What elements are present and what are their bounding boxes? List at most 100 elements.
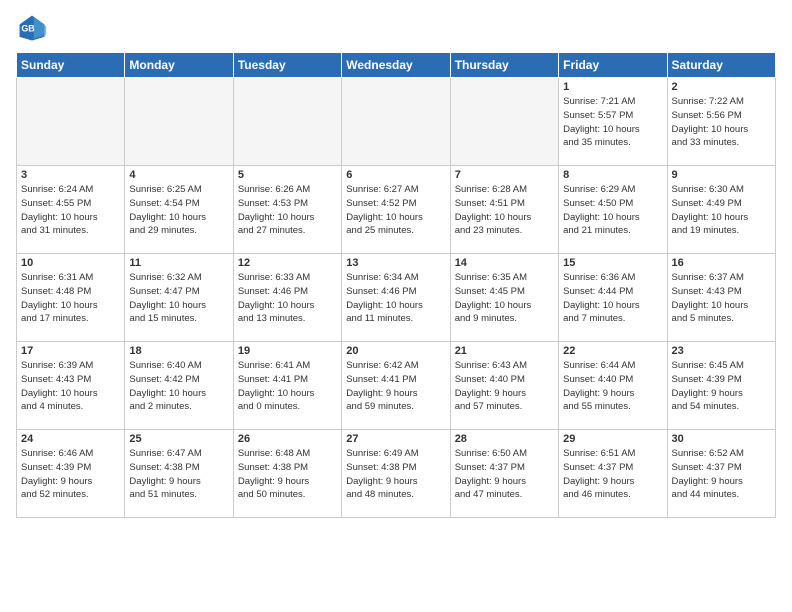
day-cell bbox=[450, 78, 558, 166]
day-cell: 18Sunrise: 6:40 AM Sunset: 4:42 PM Dayli… bbox=[125, 342, 233, 430]
day-cell: 25Sunrise: 6:47 AM Sunset: 4:38 PM Dayli… bbox=[125, 430, 233, 518]
week-row-4: 17 Sunrise: 6:39 AM Sunset: 4:43 PM Dayli… bbox=[17, 342, 776, 430]
day-info: Sunrise: 6:44 AM Sunset: 4:40 PM Dayligh… bbox=[563, 359, 662, 414]
week-row-2: 3Sunrise: 6:24 AM Sunset: 4:55 PM Daylig… bbox=[17, 166, 776, 254]
day-info: Sunrise: 6:27 AM Sunset: 4:52 PM Dayligh… bbox=[346, 183, 445, 238]
day-number: 24 bbox=[21, 433, 120, 445]
day-info: Sunrise: 6:29 AM Sunset: 4:50 PM Dayligh… bbox=[563, 183, 662, 238]
day-info: Sunrise: 6:48 AM Sunset: 4:38 PM Dayligh… bbox=[238, 447, 337, 502]
day-cell bbox=[342, 78, 450, 166]
day-cell bbox=[17, 78, 125, 166]
day-cell: 28 Sunrise: 6:50 AM Sunset: 4:37 PM Dayli… bbox=[450, 430, 558, 518]
day-cell: 15 Sunrise: 6:36 AM Sunset: 4:44 PM Dayli… bbox=[559, 254, 667, 342]
day-info: Sunrise: 6:33 AM Sunset: 4:46 PM Dayligh… bbox=[238, 271, 337, 326]
day-number: 7 bbox=[455, 169, 554, 181]
day-number: 10 bbox=[21, 257, 120, 269]
day-number: 22 bbox=[563, 345, 662, 357]
day-number: 17 bbox=[21, 345, 120, 357]
day-number: 30 bbox=[672, 433, 771, 445]
day-info: Sunrise: 6:51 AM Sunset: 4:37 PM Dayligh… bbox=[563, 447, 662, 502]
day-cell: 17 Sunrise: 6:39 AM Sunset: 4:43 PM Dayli… bbox=[17, 342, 125, 430]
day-number: 5 bbox=[238, 169, 337, 181]
day-info: Sunrise: 6:25 AM Sunset: 4:54 PM Dayligh… bbox=[129, 183, 228, 238]
page: GB SundayMondayTuesdayWednesdayThursdayF… bbox=[0, 0, 792, 526]
day-info: Sunrise: 6:49 AM Sunset: 4:38 PM Dayligh… bbox=[346, 447, 445, 502]
day-cell: 26 Sunrise: 6:48 AM Sunset: 4:38 PM Dayli… bbox=[233, 430, 341, 518]
day-cell: 3Sunrise: 6:24 AM Sunset: 4:55 PM Daylig… bbox=[17, 166, 125, 254]
logo: GB bbox=[16, 12, 52, 44]
day-info: Sunrise: 6:31 AM Sunset: 4:48 PM Dayligh… bbox=[21, 271, 120, 326]
day-number: 11 bbox=[129, 257, 228, 269]
day-cell bbox=[125, 78, 233, 166]
day-cell: 12 Sunrise: 6:33 AM Sunset: 4:46 PM Dayli… bbox=[233, 254, 341, 342]
day-number: 9 bbox=[672, 169, 771, 181]
weekday-header-row: SundayMondayTuesdayWednesdayThursdayFrid… bbox=[17, 53, 776, 78]
day-number: 27 bbox=[346, 433, 445, 445]
day-cell: 10 Sunrise: 6:31 AM Sunset: 4:48 PM Dayli… bbox=[17, 254, 125, 342]
day-cell: 24 Sunrise: 6:46 AM Sunset: 4:39 PM Dayli… bbox=[17, 430, 125, 518]
day-cell: 8 Sunrise: 6:29 AM Sunset: 4:50 PM Daylig… bbox=[559, 166, 667, 254]
weekday-header-saturday: Saturday bbox=[667, 53, 775, 78]
day-number: 4 bbox=[129, 169, 228, 181]
weekday-header-wednesday: Wednesday bbox=[342, 53, 450, 78]
day-info: Sunrise: 6:28 AM Sunset: 4:51 PM Dayligh… bbox=[455, 183, 554, 238]
day-cell: 14Sunrise: 6:35 AM Sunset: 4:45 PM Dayli… bbox=[450, 254, 558, 342]
day-cell: 23Sunrise: 6:45 AM Sunset: 4:39 PM Dayli… bbox=[667, 342, 775, 430]
day-cell: 9 Sunrise: 6:30 AM Sunset: 4:49 PM Daylig… bbox=[667, 166, 775, 254]
weekday-header-tuesday: Tuesday bbox=[233, 53, 341, 78]
day-number: 1 bbox=[563, 81, 662, 93]
day-cell: 1Sunrise: 7:21 AM Sunset: 5:57 PM Daylig… bbox=[559, 78, 667, 166]
weekday-header-sunday: Sunday bbox=[17, 53, 125, 78]
day-info: Sunrise: 6:36 AM Sunset: 4:44 PM Dayligh… bbox=[563, 271, 662, 326]
day-cell: 19 Sunrise: 6:41 AM Sunset: 4:41 PM Dayli… bbox=[233, 342, 341, 430]
day-number: 18 bbox=[129, 345, 228, 357]
day-info: Sunrise: 6:35 AM Sunset: 4:45 PM Dayligh… bbox=[455, 271, 554, 326]
logo-icon: GB bbox=[16, 12, 48, 44]
day-info: Sunrise: 6:39 AM Sunset: 4:43 PM Dayligh… bbox=[21, 359, 120, 414]
day-info: Sunrise: 6:42 AM Sunset: 4:41 PM Dayligh… bbox=[346, 359, 445, 414]
weekday-header-friday: Friday bbox=[559, 53, 667, 78]
day-number: 26 bbox=[238, 433, 337, 445]
day-number: 8 bbox=[563, 169, 662, 181]
day-number: 25 bbox=[129, 433, 228, 445]
day-info: Sunrise: 6:41 AM Sunset: 4:41 PM Dayligh… bbox=[238, 359, 337, 414]
day-info: Sunrise: 6:43 AM Sunset: 4:40 PM Dayligh… bbox=[455, 359, 554, 414]
day-info: Sunrise: 6:37 AM Sunset: 4:43 PM Dayligh… bbox=[672, 271, 771, 326]
week-row-3: 10 Sunrise: 6:31 AM Sunset: 4:48 PM Dayli… bbox=[17, 254, 776, 342]
day-cell: 21 Sunrise: 6:43 AM Sunset: 4:40 PM Dayli… bbox=[450, 342, 558, 430]
day-number: 21 bbox=[455, 345, 554, 357]
weekday-header-monday: Monday bbox=[125, 53, 233, 78]
day-number: 23 bbox=[672, 345, 771, 357]
day-number: 16 bbox=[672, 257, 771, 269]
week-row-1: 1Sunrise: 7:21 AM Sunset: 5:57 PM Daylig… bbox=[17, 78, 776, 166]
day-info: Sunrise: 6:34 AM Sunset: 4:46 PM Dayligh… bbox=[346, 271, 445, 326]
weekday-header-thursday: Thursday bbox=[450, 53, 558, 78]
day-number: 28 bbox=[455, 433, 554, 445]
day-cell: 27 Sunrise: 6:49 AM Sunset: 4:38 PM Dayli… bbox=[342, 430, 450, 518]
day-number: 29 bbox=[563, 433, 662, 445]
day-cell bbox=[233, 78, 341, 166]
day-cell: 6Sunrise: 6:27 AM Sunset: 4:52 PM Daylig… bbox=[342, 166, 450, 254]
day-info: Sunrise: 6:32 AM Sunset: 4:47 PM Dayligh… bbox=[129, 271, 228, 326]
day-cell: 11 Sunrise: 6:32 AM Sunset: 4:47 PM Dayli… bbox=[125, 254, 233, 342]
day-info: Sunrise: 7:22 AM Sunset: 5:56 PM Dayligh… bbox=[672, 95, 771, 150]
day-info: Sunrise: 6:26 AM Sunset: 4:53 PM Dayligh… bbox=[238, 183, 337, 238]
svg-text:GB: GB bbox=[21, 24, 34, 34]
day-number: 19 bbox=[238, 345, 337, 357]
day-cell: 4 Sunrise: 6:25 AM Sunset: 4:54 PM Daylig… bbox=[125, 166, 233, 254]
day-number: 2 bbox=[672, 81, 771, 93]
day-cell: 29 Sunrise: 6:51 AM Sunset: 4:37 PM Dayli… bbox=[559, 430, 667, 518]
day-number: 13 bbox=[346, 257, 445, 269]
day-info: Sunrise: 6:50 AM Sunset: 4:37 PM Dayligh… bbox=[455, 447, 554, 502]
day-cell: 16 Sunrise: 6:37 AM Sunset: 4:43 PM Dayli… bbox=[667, 254, 775, 342]
day-number: 20 bbox=[346, 345, 445, 357]
day-cell: 5 Sunrise: 6:26 AM Sunset: 4:53 PM Daylig… bbox=[233, 166, 341, 254]
day-info: Sunrise: 6:30 AM Sunset: 4:49 PM Dayligh… bbox=[672, 183, 771, 238]
day-number: 12 bbox=[238, 257, 337, 269]
day-cell: 22 Sunrise: 6:44 AM Sunset: 4:40 PM Dayli… bbox=[559, 342, 667, 430]
day-info: Sunrise: 6:24 AM Sunset: 4:55 PM Dayligh… bbox=[21, 183, 120, 238]
day-cell: 2 Sunrise: 7:22 AM Sunset: 5:56 PM Daylig… bbox=[667, 78, 775, 166]
day-info: Sunrise: 6:46 AM Sunset: 4:39 PM Dayligh… bbox=[21, 447, 120, 502]
day-number: 15 bbox=[563, 257, 662, 269]
header: GB bbox=[16, 12, 776, 44]
